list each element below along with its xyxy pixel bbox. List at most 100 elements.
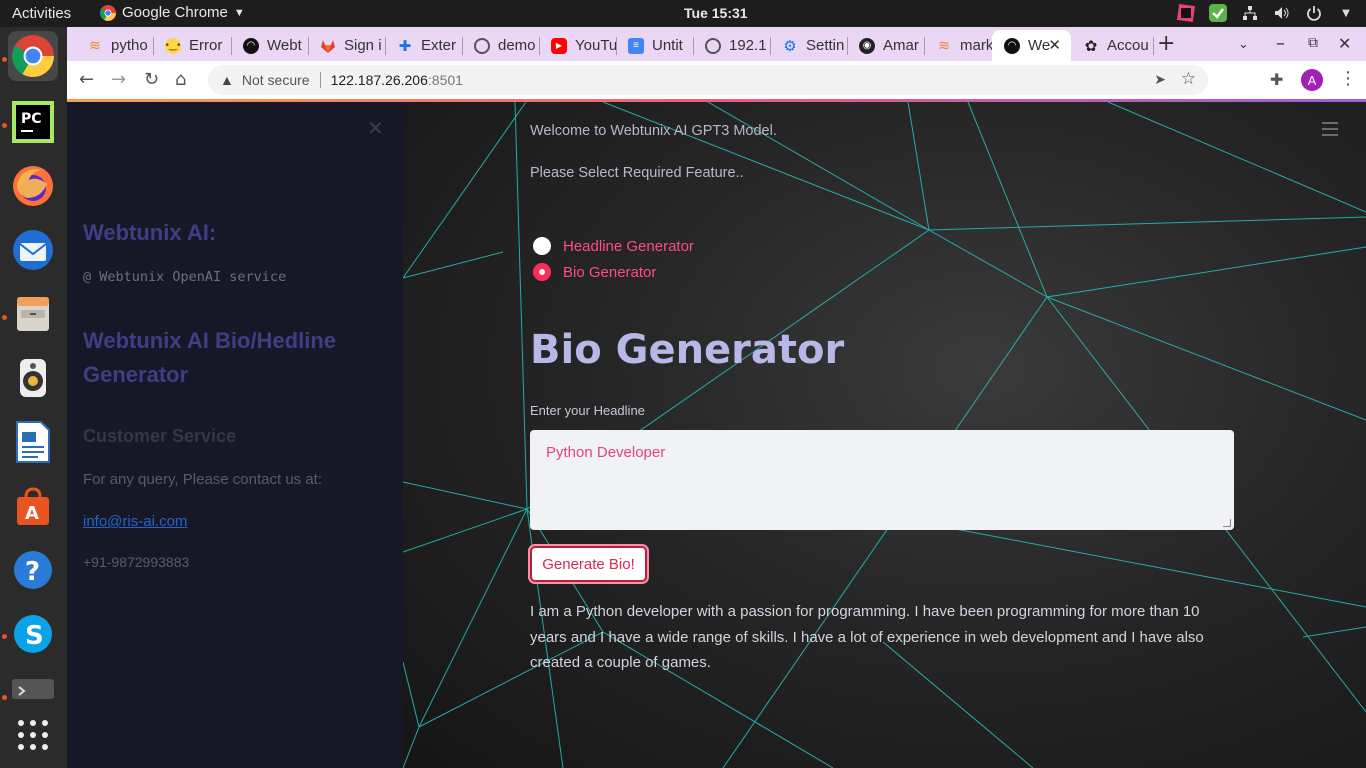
tab-search-chevron-icon[interactable]: ⌄ xyxy=(1238,37,1249,52)
security-label[interactable]: Not secure xyxy=(242,72,310,88)
close-sidebar-icon[interactable]: ✕ xyxy=(367,116,384,140)
thunderbird-icon xyxy=(13,230,53,270)
tab-label: Untit xyxy=(652,37,683,54)
chevron-down-icon: ▼ xyxy=(233,6,245,19)
profile-avatar[interactable]: A xyxy=(1301,69,1323,91)
dock-help[interactable]: ? xyxy=(8,545,58,595)
dock-skype[interactable]: S xyxy=(8,609,58,659)
sidebar-title: Webtunix AI: xyxy=(83,220,217,245)
tab-label: demo xyxy=(498,37,536,54)
activities-button[interactable]: Activities xyxy=(12,5,71,22)
extensions-puzzle-icon[interactable]: ✚ xyxy=(1270,70,1283,89)
tab-strip: ≋ pytho •‿• Error ◠ Webt Sign i ✚ Exter … xyxy=(67,27,1366,61)
stackoverflow-icon: ≋ xyxy=(938,37,950,53)
emoji-icon: •‿• xyxy=(165,37,181,54)
close-tab-icon[interactable]: ✕ xyxy=(1048,36,1061,54)
forward-arrow-icon[interactable]: → xyxy=(111,69,126,90)
tab[interactable]: •‿• Error xyxy=(153,30,231,61)
github-icon: ◉ xyxy=(859,37,875,54)
sidebar-heading: Webtunix AI Bio/Hedline Generator xyxy=(83,328,337,387)
divider xyxy=(319,72,321,88)
tab[interactable]: ✿ Accou xyxy=(1071,30,1153,61)
tab-label: Sign i xyxy=(344,37,382,54)
url-port: :8501 xyxy=(427,72,463,88)
tab[interactable]: Sign i xyxy=(308,30,385,61)
clock[interactable]: Tue 15:31 xyxy=(684,5,748,21)
tab[interactable]: ◉ Amar xyxy=(847,30,924,61)
dock-terminal[interactable] xyxy=(8,673,58,699)
radio-button-selected[interactable] xyxy=(533,263,551,281)
tab[interactable]: ✚ Exter xyxy=(385,30,462,61)
dock-files[interactable] xyxy=(8,289,58,339)
kebab-menu-icon[interactable]: ⋮ xyxy=(1339,68,1357,89)
app-name: Google Chrome xyxy=(122,4,228,21)
dock-rhythmbox[interactable] xyxy=(8,353,58,403)
send-icon[interactable]: ➤ xyxy=(1154,71,1166,88)
tab-separator xyxy=(1153,37,1154,55)
dock-firefox[interactable] xyxy=(8,161,58,211)
svg-text:PC: PC xyxy=(21,111,42,127)
tab[interactable]: ≋ pytho xyxy=(75,30,153,61)
tab-label: mark xyxy=(960,37,992,54)
svg-text:A: A xyxy=(25,503,39,524)
tab-label: Webt xyxy=(267,37,302,54)
app-menu[interactable]: Google Chrome ▼ xyxy=(100,4,245,21)
tab[interactable]: ▶ YouTu xyxy=(539,30,616,61)
tab-label: YouTu xyxy=(575,37,616,54)
system-tray[interactable]: ▼ xyxy=(1176,3,1356,23)
jetbrains-toolbox-icon[interactable] xyxy=(1176,3,1196,23)
tab[interactable]: 192.1 xyxy=(693,30,770,61)
chevron-down-icon[interactable]: ▼ xyxy=(1336,3,1356,23)
running-indicator xyxy=(2,123,7,128)
speaker-icon xyxy=(20,359,46,397)
home-icon[interactable]: ⌂ xyxy=(175,69,186,90)
radio-bio-generator[interactable]: Bio Generator xyxy=(533,263,656,281)
prompt-text: Please Select Required Feature.. xyxy=(530,165,744,181)
radio-label[interactable]: Bio Generator xyxy=(563,264,656,281)
dock-thunderbird[interactable] xyxy=(8,225,58,275)
back-arrow-icon[interactable]: ← xyxy=(79,69,94,90)
dock-writer[interactable] xyxy=(8,417,58,467)
reload-icon[interactable]: ↻ xyxy=(144,69,159,90)
tab[interactable]: ≋ mark xyxy=(924,30,992,61)
tab[interactable]: ≡ Untit xyxy=(616,30,693,61)
radio-label[interactable]: Headline Generator xyxy=(563,238,694,255)
update-check-icon[interactable] xyxy=(1208,3,1228,23)
close-window-icon[interactable]: ✕ xyxy=(1338,34,1351,53)
dock-pycharm[interactable]: PC xyxy=(8,97,58,147)
bookmark-star-icon[interactable]: ☆ xyxy=(1181,69,1196,89)
restore-icon[interactable]: ⧉ xyxy=(1308,35,1318,51)
tab-label: 192.1 xyxy=(729,37,767,54)
resize-grip-icon[interactable] xyxy=(1223,519,1231,527)
email-link[interactable]: info@ris-ai.com xyxy=(83,513,187,530)
radio-button[interactable] xyxy=(533,237,551,255)
svg-text:?: ? xyxy=(25,557,40,587)
dock-software[interactable]: A xyxy=(8,481,58,531)
show-applications-button[interactable] xyxy=(8,710,58,760)
textarea-value[interactable]: Python Developer xyxy=(546,444,665,461)
tab[interactable]: demo xyxy=(462,30,539,61)
document-icon xyxy=(16,421,50,463)
headline-textarea[interactable]: Python Developer xyxy=(530,430,1234,530)
tab-label: Amar xyxy=(883,37,919,54)
power-icon[interactable] xyxy=(1304,3,1324,23)
tab-active[interactable]: ◠ We ✕ xyxy=(992,30,1071,61)
minimize-icon[interactable]: – xyxy=(1276,33,1285,54)
tab-label: We xyxy=(1028,37,1051,54)
generate-bio-button[interactable]: Generate Bio! xyxy=(530,546,647,582)
radio-headline-generator[interactable]: Headline Generator xyxy=(533,237,694,255)
network-icon[interactable] xyxy=(1240,3,1260,23)
new-tab-plus-icon[interactable]: + xyxy=(1157,31,1175,56)
tab[interactable]: ⚙ Settin xyxy=(770,30,847,61)
hamburger-menu-icon[interactable] xyxy=(1322,122,1338,140)
chrome-icon xyxy=(100,4,116,21)
address-bar[interactable]: ▲ Not secure 122.187.26.206:8501 ➤ ☆ xyxy=(208,65,1208,95)
chrome-icon xyxy=(12,35,54,77)
volume-icon[interactable] xyxy=(1272,3,1292,23)
running-indicator xyxy=(2,634,7,639)
tab[interactable]: ◠ Webt xyxy=(231,30,308,61)
sidebar: ✕ Webtunix AI: @ Webtunix OpenAI service… xyxy=(67,102,403,768)
warning-triangle-icon[interactable]: ▲ xyxy=(220,72,234,88)
stackoverflow-icon: ≋ xyxy=(89,37,101,53)
dock-chrome[interactable] xyxy=(8,31,58,81)
